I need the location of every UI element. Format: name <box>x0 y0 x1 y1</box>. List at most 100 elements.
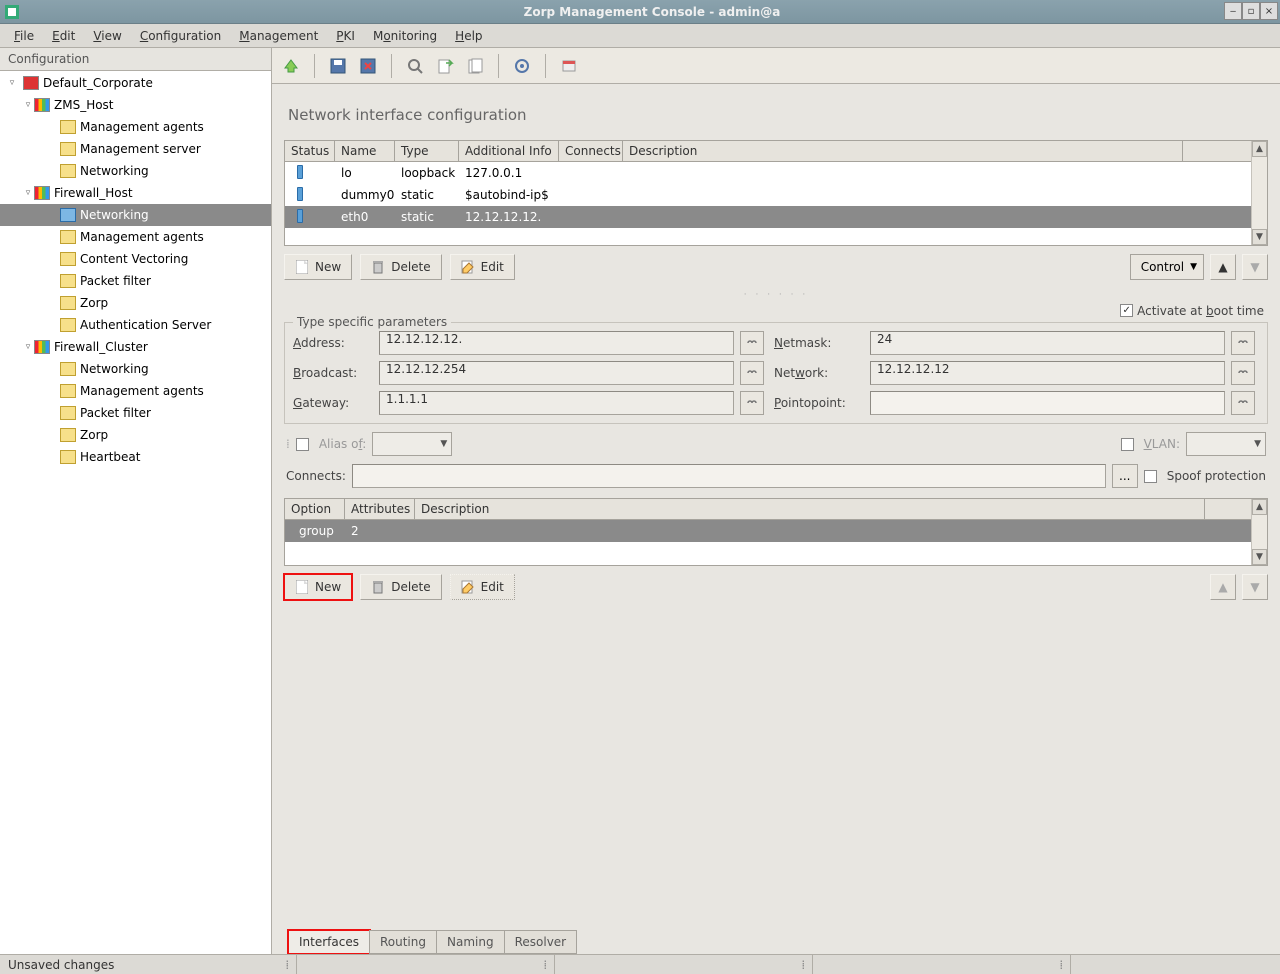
tree-node[interactable]: Management agents <box>0 116 271 138</box>
link-icon[interactable] <box>740 331 764 355</box>
tab-routing[interactable]: Routing <box>369 930 437 954</box>
tree-node[interactable]: Management server <box>0 138 271 160</box>
column-header[interactable]: Name <box>335 141 395 161</box>
tab-naming[interactable]: Naming <box>436 930 505 954</box>
menu-pki[interactable]: PKI <box>328 27 363 45</box>
link-icon[interactable] <box>1231 331 1255 355</box>
netmask-input[interactable]: 24 <box>870 331 1225 355</box>
column-header[interactable]: Type <box>395 141 459 161</box>
host-icon[interactable] <box>556 53 582 79</box>
tree-node[interactable]: Zorp <box>0 292 271 314</box>
pointopoint-input[interactable] <box>870 391 1225 415</box>
settings-icon[interactable] <box>509 53 535 79</box>
scroll-up-icon[interactable]: ▲ <box>1252 499 1267 515</box>
link-icon[interactable] <box>740 361 764 385</box>
status-text: Unsaved changes <box>8 958 114 972</box>
table-row[interactable]: eth0static12.12.12.12. <box>285 206 1251 228</box>
tree-node[interactable]: Networking <box>0 160 271 182</box>
link-icon[interactable] <box>740 391 764 415</box>
address-input[interactable]: 12.12.12.12. <box>379 331 734 355</box>
scrollbar[interactable]: ▲ ▼ <box>1251 141 1267 245</box>
scroll-down-icon[interactable]: ▼ <box>1252 549 1267 565</box>
link-icon[interactable] <box>1231 391 1255 415</box>
table-row[interactable]: loloopback127.0.0.1 <box>285 162 1251 184</box>
tree-node[interactable]: Heartbeat <box>0 446 271 468</box>
table-row[interactable]: dummy0static$autobind-ip$ <box>285 184 1251 206</box>
tree-node[interactable]: Content Vectoring <box>0 248 271 270</box>
activate-boot-checkbox[interactable]: ✓ <box>1120 304 1133 317</box>
tree-node[interactable]: ▿Default_Corporate <box>0 72 271 94</box>
bars-icon <box>34 186 50 200</box>
link-icon[interactable] <box>1231 361 1255 385</box>
alias-label: Alias of: <box>319 437 366 451</box>
tree-node[interactable]: ▿Firewall_Cluster <box>0 336 271 358</box>
move-up-button[interactable]: ▲ <box>1210 254 1236 280</box>
control-dropdown[interactable]: Control ▼ <box>1130 254 1204 280</box>
scroll-up-icon[interactable]: ▲ <box>1252 141 1267 157</box>
gateway-input[interactable]: 1.1.1.1 <box>379 391 734 415</box>
spoof-checkbox[interactable]: ✓ <box>1144 470 1157 483</box>
column-header[interactable]: Connects <box>559 141 623 161</box>
tab-interfaces[interactable]: Interfaces <box>288 930 370 954</box>
tree-node[interactable]: Packet filter <box>0 270 271 292</box>
find-icon[interactable] <box>402 53 428 79</box>
up-icon[interactable] <box>278 53 304 79</box>
column-header[interactable]: Additional Info <box>459 141 559 161</box>
options-new-button[interactable]: New <box>284 574 352 600</box>
menu-help[interactable]: Help <box>447 27 490 45</box>
tree-node[interactable]: Authentication Server <box>0 314 271 336</box>
column-header[interactable]: Description <box>415 499 1205 519</box>
column-header[interactable]: Attributes <box>345 499 415 519</box>
options-table: OptionAttributesDescription group2 ▲ ▼ <box>284 498 1268 566</box>
alias-combo[interactable]: ▼ <box>372 432 452 456</box>
options-move-up-button[interactable]: ▲ <box>1210 574 1236 600</box>
options-move-down-button[interactable]: ▼ <box>1242 574 1268 600</box>
minimize-button[interactable]: ‒ <box>1224 2 1242 20</box>
import-icon[interactable] <box>462 53 488 79</box>
table-row[interactable]: group2 <box>285 520 1251 542</box>
new-button[interactable]: New <box>284 254 352 280</box>
move-down-button[interactable]: ▼ <box>1242 254 1268 280</box>
menu-configuration[interactable]: Configuration <box>132 27 229 45</box>
tree-node[interactable]: Packet filter <box>0 402 271 424</box>
menu-monitoring[interactable]: Monitoring <box>365 27 445 45</box>
vlan-combo[interactable]: ▼ <box>1186 432 1266 456</box>
vlan-checkbox[interactable]: ✓ <box>1121 438 1134 451</box>
scrollbar[interactable]: ▲ ▼ <box>1251 499 1267 565</box>
scroll-down-icon[interactable]: ▼ <box>1252 229 1267 245</box>
menu-edit[interactable]: Edit <box>44 27 83 45</box>
column-header[interactable]: Option <box>285 499 345 519</box>
edit-button[interactable]: Edit <box>450 254 515 280</box>
tree-node[interactable]: Networking <box>0 204 271 226</box>
column-header[interactable]: Status <box>285 141 335 161</box>
alias-checkbox[interactable]: ✓ <box>296 438 309 451</box>
broadcast-input[interactable]: 12.12.12.254 <box>379 361 734 385</box>
revert-icon[interactable] <box>355 53 381 79</box>
tree-node[interactable]: Networking <box>0 358 271 380</box>
column-header[interactable]: Description <box>623 141 1183 161</box>
export-icon[interactable] <box>432 53 458 79</box>
g-icon <box>60 362 76 376</box>
tree-node[interactable]: ▿ZMS_Host <box>0 94 271 116</box>
menu-management[interactable]: Management <box>231 27 326 45</box>
connects-input[interactable] <box>352 464 1106 488</box>
menu-view[interactable]: View <box>85 27 129 45</box>
browse-button[interactable]: ... <box>1112 464 1138 488</box>
separator: · · · · · · <box>284 288 1268 302</box>
menu-file[interactable]: File <box>6 27 42 45</box>
options-edit-button[interactable]: Edit <box>450 574 515 600</box>
maximize-button[interactable]: ▫ <box>1242 2 1260 20</box>
delete-button[interactable]: Delete <box>360 254 441 280</box>
save-icon[interactable] <box>325 53 351 79</box>
tree-node[interactable]: Zorp <box>0 424 271 446</box>
tree-node[interactable]: Management agents <box>0 226 271 248</box>
tab-resolver[interactable]: Resolver <box>504 930 578 954</box>
tree-node[interactable]: ▿Firewall_Host <box>0 182 271 204</box>
network-input[interactable]: 12.12.12.12 <box>870 361 1225 385</box>
tree-node[interactable]: Management agents <box>0 380 271 402</box>
close-button[interactable]: × <box>1260 2 1278 20</box>
options-delete-button[interactable]: Delete <box>360 574 441 600</box>
g-icon <box>60 120 76 134</box>
tree-label: Management agents <box>80 120 204 134</box>
config-tree[interactable]: ▿Default_Corporate▿ZMS_Host Management ag… <box>0 71 271 954</box>
